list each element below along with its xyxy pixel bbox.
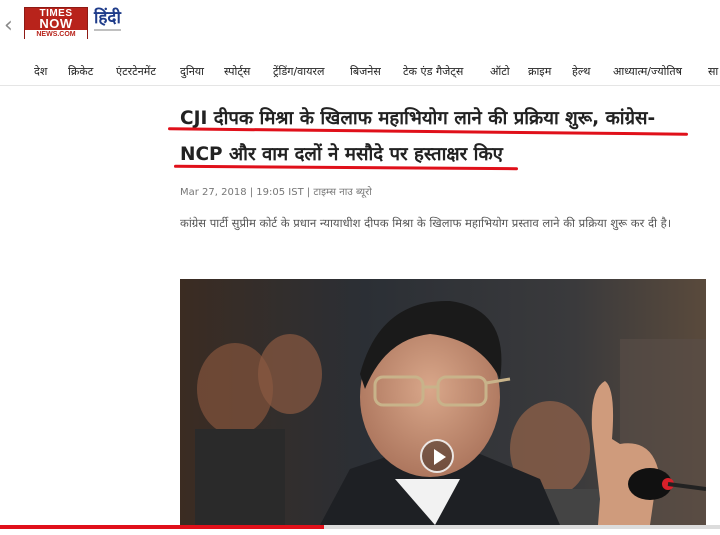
nav-item-cricket[interactable]: क्रिकेट bbox=[68, 64, 93, 80]
category-nav: देश क्रिकेट एंटरटेनमेंट दुनिया स्पोर्ट्स… bbox=[0, 60, 720, 86]
nav-item-business[interactable]: बिजनेस bbox=[350, 64, 381, 80]
chevron-left-icon[interactable]: ‹ bbox=[4, 14, 20, 38]
nav-item-entertainment[interactable]: एंटरटेनमेंट bbox=[116, 64, 156, 80]
top-bar: ‹ TIMES NOW NEWS.COM हिंदी bbox=[0, 0, 720, 52]
nav-item-duniya[interactable]: दुनिया bbox=[180, 64, 204, 80]
play-icon bbox=[434, 449, 446, 465]
progress-fill bbox=[0, 525, 324, 529]
nav-item-auto[interactable]: ऑटो bbox=[490, 64, 510, 80]
nav-item-more[interactable]: सा bbox=[708, 64, 718, 80]
article-summary: कांग्रेस पार्टी सुप्रीम कोर्ट के प्रधान … bbox=[180, 216, 672, 230]
nav-item-spirituality[interactable]: आध्यात्म/ज्योतिष bbox=[613, 64, 682, 80]
logo-line2: NOW bbox=[39, 16, 73, 31]
nav-item-tech[interactable]: टेक एंड गैजेट्स bbox=[403, 64, 463, 80]
times-now-logo[interactable]: TIMES NOW NEWS.COM bbox=[24, 7, 88, 39]
nav-item-sports[interactable]: स्पोर्ट्स bbox=[224, 64, 250, 80]
page-progress-bar bbox=[0, 525, 720, 529]
nav-item-crime[interactable]: क्राइम bbox=[528, 64, 551, 80]
article-headline: CJI दीपक मिश्रा के खिलाफ महाभियोग लाने क… bbox=[180, 101, 690, 173]
nav-item-trending[interactable]: ट्रेंडिंग/वायरल bbox=[273, 64, 324, 80]
article-meta: Mar 27, 2018 | 19:05 IST | टाइम्स नाउ ब्… bbox=[180, 187, 372, 198]
video-player[interactable] bbox=[180, 279, 706, 525]
play-button[interactable] bbox=[420, 439, 454, 473]
logo-line3: NEWS.COM bbox=[25, 30, 87, 39]
language-label[interactable]: हिंदी bbox=[94, 8, 121, 31]
video-thumbnail bbox=[180, 279, 706, 525]
nav-item-health[interactable]: हेल्थ bbox=[572, 64, 590, 80]
nav-item-desh[interactable]: देश bbox=[34, 64, 47, 80]
